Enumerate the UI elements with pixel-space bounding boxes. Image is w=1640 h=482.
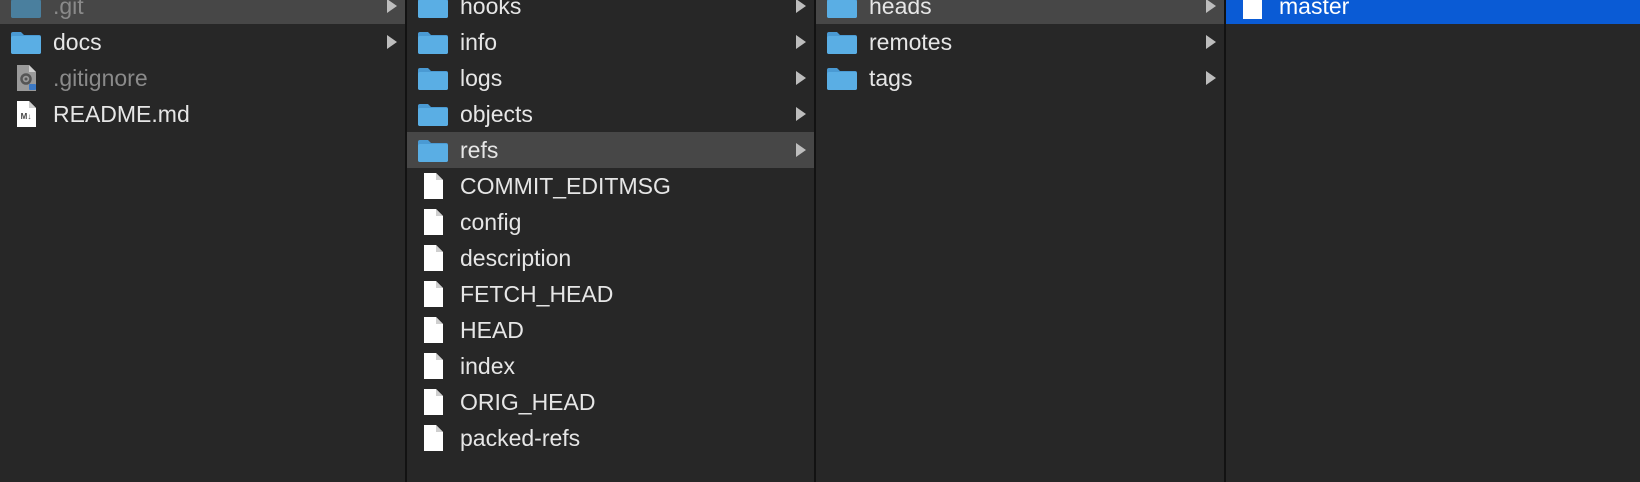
folder-row[interactable]: objects (407, 96, 814, 132)
file-row[interactable]: master (1226, 0, 1640, 24)
item-label: README.md (53, 101, 190, 127)
chevron-right-icon (1204, 69, 1218, 87)
item-label: refs (460, 137, 499, 163)
folder-icon (417, 64, 449, 92)
folder-icon (826, 0, 858, 20)
item-label: COMMIT_EDITMSG (460, 173, 671, 199)
finder-column-browser: .git docs .gitignore M↓ README.md hooks info l… (0, 0, 1640, 482)
column-refs[interactable]: heads remotes tags (816, 0, 1226, 482)
chevron-right-icon (794, 33, 808, 51)
file-row[interactable]: packed-refs (407, 420, 814, 456)
document-icon (417, 208, 449, 236)
item-label: logs (460, 65, 503, 91)
item-label: heads (869, 0, 932, 19)
file-row[interactable]: FETCH_HEAD (407, 276, 814, 312)
file-list: heads remotes tags (816, 0, 1224, 96)
item-label: HEAD (460, 317, 524, 343)
document-icon (417, 244, 449, 272)
item-label: info (460, 29, 498, 55)
folder-row[interactable]: hooks (407, 0, 814, 24)
file-list: hooks info logs objects refs COMMIT_EDITMSGco… (407, 0, 814, 456)
file-row[interactable]: M↓ README.md (0, 96, 405, 132)
chevron-right-icon (385, 33, 399, 51)
folder-icon (417, 0, 449, 20)
item-label: master (1279, 0, 1350, 19)
item-label: docs (53, 29, 102, 55)
item-label: ORIG_HEAD (460, 389, 596, 415)
folder-icon (826, 64, 858, 92)
folder-icon (10, 0, 42, 20)
document-icon (417, 280, 449, 308)
chevron-right-icon (1204, 33, 1218, 51)
folder-icon (826, 28, 858, 56)
document-icon (417, 172, 449, 200)
chevron-right-icon (794, 141, 808, 159)
folder-row[interactable]: .git (0, 0, 405, 24)
file-list: master (1226, 0, 1640, 24)
folder-row[interactable]: heads (816, 0, 1224, 24)
item-label: .git (53, 0, 84, 19)
item-label: objects (460, 101, 533, 127)
folder-icon (417, 100, 449, 128)
document-icon (417, 388, 449, 416)
folder-icon (417, 136, 449, 164)
item-label: tags (869, 65, 913, 91)
file-row[interactable]: .gitignore (0, 60, 405, 96)
file-row[interactable]: index (407, 348, 814, 384)
chevron-right-icon (1204, 0, 1218, 15)
item-label: index (460, 353, 515, 379)
chevron-right-icon (794, 105, 808, 123)
svg-text:M↓: M↓ (21, 112, 32, 121)
item-label: config (460, 209, 522, 235)
folder-row[interactable]: refs (407, 132, 814, 168)
file-list: .git docs .gitignore M↓ README.md (0, 0, 405, 132)
item-label: .gitignore (53, 65, 148, 91)
folder-row[interactable]: logs (407, 60, 814, 96)
folder-row[interactable]: docs (0, 24, 405, 60)
item-label: remotes (869, 29, 953, 55)
item-label: description (460, 245, 572, 271)
file-row[interactable]: description (407, 240, 814, 276)
file-row[interactable]: HEAD (407, 312, 814, 348)
markdown-document-icon: M↓ (10, 100, 42, 128)
document-icon (1236, 0, 1268, 20)
gear-document-icon (10, 64, 42, 92)
chevron-right-icon (794, 0, 808, 15)
chevron-right-icon (794, 69, 808, 87)
document-icon (417, 424, 449, 452)
document-icon (417, 316, 449, 344)
folder-icon (417, 28, 449, 56)
folder-row[interactable]: remotes (816, 24, 1224, 60)
document-icon (417, 352, 449, 380)
item-label: hooks (460, 0, 522, 19)
item-label: packed-refs (460, 425, 581, 451)
column-root[interactable]: .git docs .gitignore M↓ README.md (0, 0, 407, 482)
file-row[interactable]: COMMIT_EDITMSG (407, 168, 814, 204)
file-row[interactable]: ORIG_HEAD (407, 384, 814, 420)
column-git[interactable]: hooks info logs objects refs COMMIT_EDITMSGco… (407, 0, 816, 482)
folder-row[interactable]: tags (816, 60, 1224, 96)
chevron-right-icon (385, 0, 399, 15)
column-heads[interactable]: master (1226, 0, 1640, 482)
folder-row[interactable]: info (407, 24, 814, 60)
folder-icon (10, 28, 42, 56)
item-label: FETCH_HEAD (460, 281, 614, 307)
file-row[interactable]: config (407, 204, 814, 240)
